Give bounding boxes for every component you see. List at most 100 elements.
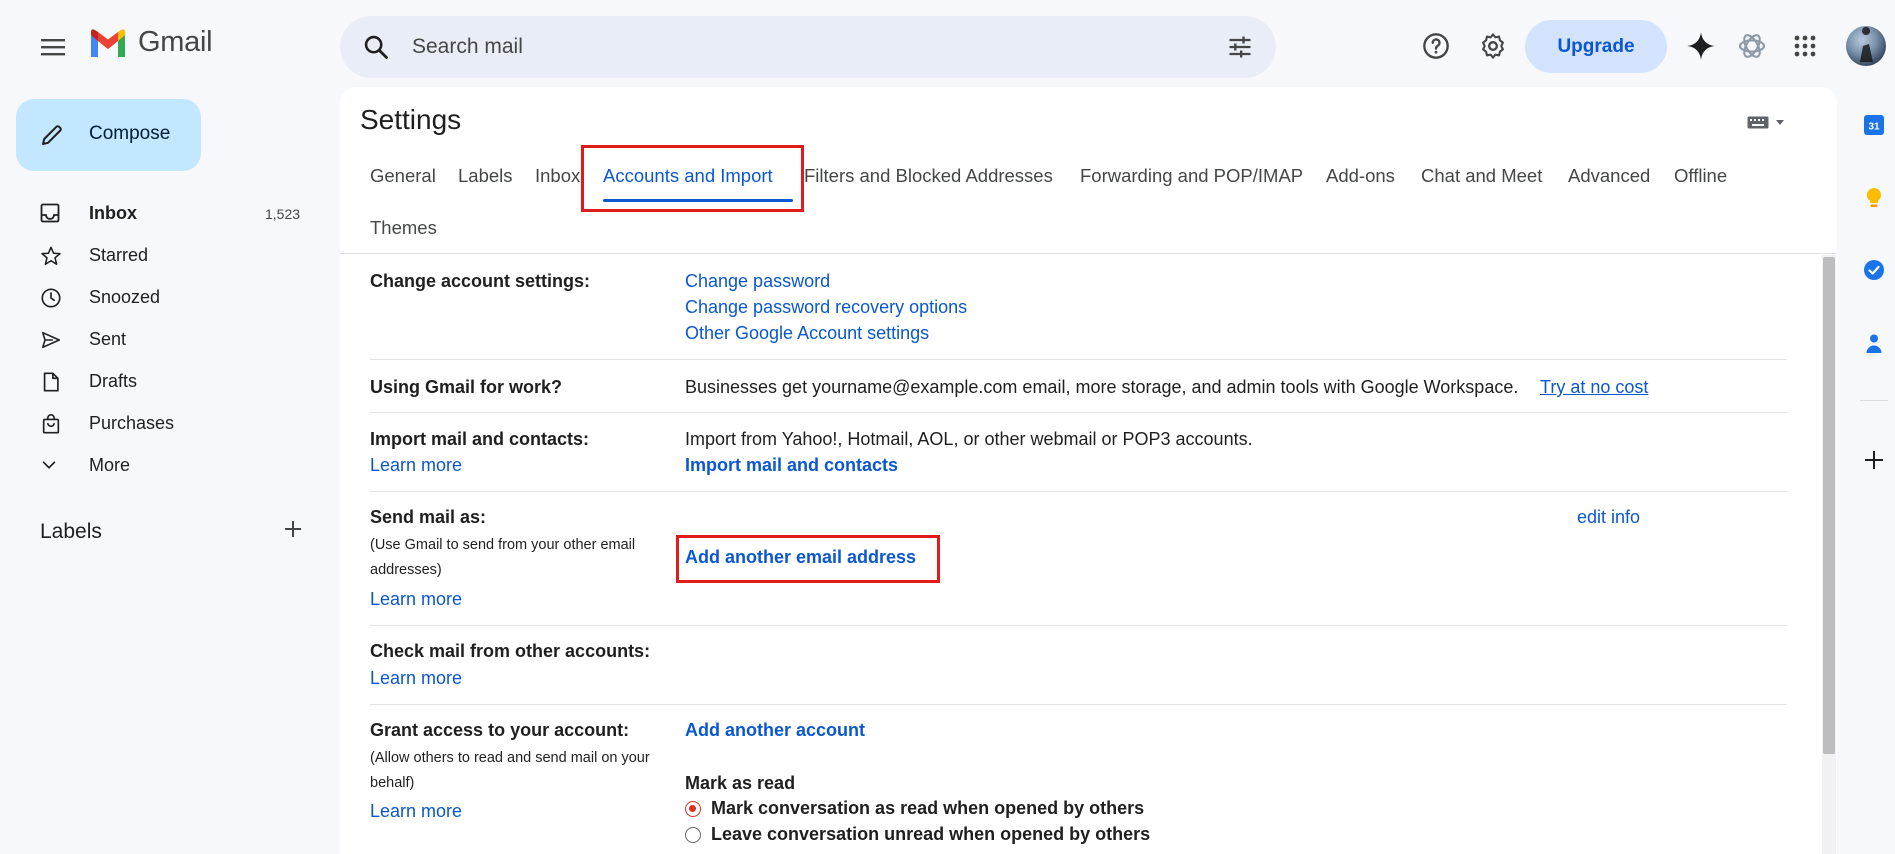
tasks-check-icon — [1864, 260, 1884, 280]
import-description: Import from Yahoo!, Hotmail, AOL, or oth… — [685, 429, 1253, 449]
highlight-box-tab — [581, 145, 804, 212]
nav-label: Inbox — [89, 203, 137, 223]
grant-access-description: (Allow others to read and send mail on y… — [370, 750, 650, 791]
keep-bulb-icon — [1866, 187, 1882, 207]
radio-leave-unread-row[interactable]: Leave conversation unread when opened by… — [685, 824, 1150, 845]
row-separator — [370, 412, 1787, 413]
contacts-app-button[interactable] — [1862, 331, 1886, 355]
tab-filters-and-blocked-addresses[interactable]: Filters and Blocked Addresses — [804, 165, 1053, 187]
input-tools-button[interactable] — [1747, 116, 1785, 129]
tab-labels[interactable]: Labels — [458, 165, 513, 187]
search-bar[interactable] — [340, 16, 1276, 78]
nav-label: Snoozed — [89, 287, 161, 307]
nav-item-snoozed[interactable]: Snoozed — [0, 277, 330, 317]
radio-label: Mark conversation as read when opened by… — [711, 798, 1145, 818]
settings-button[interactable] — [1476, 29, 1510, 63]
tasks-app-button[interactable] — [1862, 258, 1886, 282]
hamburger-menu-icon — [41, 39, 65, 56]
apps-grid-icon — [1794, 35, 1816, 57]
tab-chat-and-meet[interactable]: Chat and Meet — [1421, 165, 1542, 187]
tab-general[interactable]: General — [370, 165, 436, 187]
openai-logo-icon — [1738, 34, 1766, 58]
nav-item-drafts[interactable]: Drafts — [0, 361, 330, 401]
tab-offline[interactable]: Offline — [1674, 165, 1727, 187]
send-mail-as-label: Send mail as: — [370, 507, 487, 527]
radio-mark-read[interactable] — [685, 800, 701, 817]
contacts-person-icon — [1866, 334, 1882, 353]
keyboard-icon — [1747, 116, 1769, 129]
plus-icon — [1865, 451, 1883, 469]
check-mail-learn-more-link[interactable]: Learn more — [370, 668, 462, 689]
nav-label: Starred — [89, 245, 149, 265]
gmail-m-icon — [91, 28, 125, 57]
app-name: Gmail — [138, 26, 213, 58]
get-addons-button[interactable] — [1862, 448, 1886, 472]
main-menu-button[interactable] — [34, 28, 72, 66]
radio-mark-read-row[interactable]: Mark conversation as read when opened by… — [685, 798, 1144, 819]
nav-item-starred[interactable]: Starred — [0, 235, 330, 275]
pencil-icon — [42, 125, 62, 145]
nav-label: Sent — [89, 329, 127, 349]
caret-down-icon — [1776, 119, 1784, 125]
tab-inbox[interactable]: Inbox — [535, 165, 580, 187]
calendar-app-button[interactable]: 31 — [1862, 113, 1886, 137]
tabs-divider — [340, 253, 1837, 254]
person-silhouette-icon — [1860, 27, 1873, 62]
scrollbar-thumb[interactable] — [1823, 257, 1835, 754]
check-mail-label: Check mail from other accounts: — [370, 641, 651, 661]
compose-button[interactable]: Compose — [16, 99, 201, 171]
account-avatar[interactable] — [1846, 26, 1886, 66]
create-label-button[interactable] — [282, 518, 304, 540]
send-mail-as-description: (Use Gmail to send from your other email… — [370, 537, 636, 578]
help-icon — [1423, 33, 1449, 59]
upgrade-button[interactable]: Upgrade — [1525, 20, 1667, 73]
other-google-account-settings-link[interactable]: Other Google Account settings — [685, 323, 929, 344]
ai-assistant-button[interactable] — [1735, 29, 1769, 63]
nav-item-sent[interactable]: Sent — [0, 319, 330, 359]
gear-icon — [1482, 33, 1504, 59]
import-mail-label: Import mail and contacts: — [370, 429, 590, 449]
calendar-day: 31 — [1868, 122, 1880, 133]
tab-add-ons[interactable]: Add-ons — [1326, 165, 1395, 187]
search-icon — [364, 35, 388, 59]
grant-access-learn-more-link[interactable]: Learn more — [370, 801, 462, 822]
gemini-button[interactable] — [1684, 29, 1718, 63]
gmail-logo[interactable]: Gmail — [88, 26, 213, 59]
nav-item-more[interactable]: More — [0, 445, 330, 485]
import-mail-and-contacts-link[interactable]: Import mail and contacts — [685, 455, 898, 476]
shopping-bag-icon — [42, 414, 60, 434]
row-separator — [370, 491, 1787, 492]
search-input[interactable] — [410, 30, 1170, 64]
edit-info-link[interactable]: edit info — [1577, 507, 1640, 528]
search-options-icon — [1229, 36, 1251, 58]
change-account-settings-label: Change account settings: — [370, 271, 591, 291]
tab-advanced[interactable]: Advanced — [1568, 165, 1650, 187]
change-password-recovery-link[interactable]: Change password recovery options — [685, 297, 967, 318]
row-separator — [370, 359, 1787, 360]
tab-forwarding-and-pop-imap[interactable]: Forwarding and POP/IMAP — [1080, 165, 1303, 187]
highlight-box-add-email — [676, 535, 940, 583]
top-bar: Gmail Upgrade — [0, 0, 1895, 92]
chevron-down-icon — [42, 461, 56, 469]
gmail-for-work-label: Using Gmail for work? — [370, 377, 563, 397]
workspace-description: Businesses get yourname@example.com emai… — [685, 377, 1519, 397]
row-separator — [370, 704, 1787, 705]
keep-app-button[interactable] — [1862, 186, 1886, 210]
tab-themes[interactable]: Themes — [370, 217, 437, 239]
nav-item-purchases[interactable]: Purchases — [0, 403, 330, 443]
radio-leave-unread[interactable] — [685, 826, 701, 843]
nav-item-inbox[interactable]: Inbox 1,523 — [0, 193, 330, 233]
grant-access-label: Grant access to your account: — [370, 720, 630, 740]
compose-label: Compose — [89, 123, 171, 144]
page-title: Settings — [360, 104, 462, 135]
clock-icon — [41, 288, 61, 308]
nav-label: Purchases — [89, 413, 175, 433]
apps-button[interactable] — [1788, 29, 1822, 63]
add-another-account-link[interactable]: Add another account — [685, 720, 865, 741]
try-at-no-cost-link[interactable]: Try at no cost — [1540, 377, 1648, 398]
import-learn-more-link[interactable]: Learn more — [370, 455, 462, 476]
help-button[interactable] — [1419, 29, 1453, 63]
send-as-learn-more-link[interactable]: Learn more — [370, 589, 462, 610]
inbox-icon — [40, 203, 60, 223]
change-password-link[interactable]: Change password — [685, 271, 830, 292]
